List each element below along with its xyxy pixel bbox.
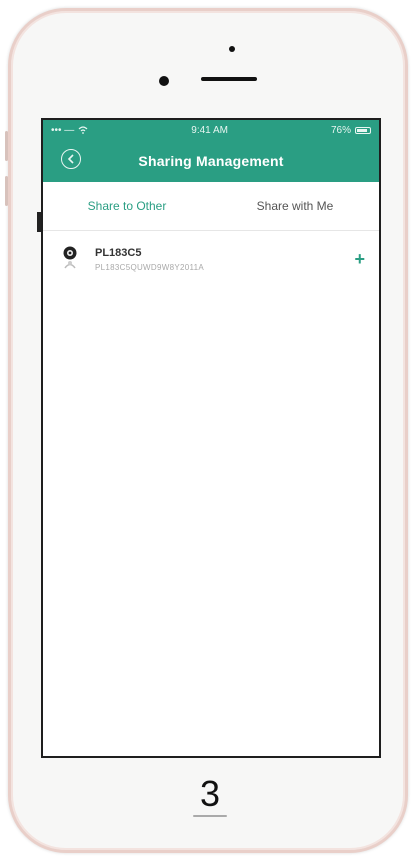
- app-screen: ••• — 9:41 AM 76% Sharing Management Sha…: [41, 118, 381, 758]
- status-bar: ••• — 9:41 AM 76%: [43, 120, 379, 140]
- volume-up-button: [5, 131, 8, 161]
- plus-icon[interactable]: +: [354, 250, 365, 268]
- home-button-number: 3: [199, 773, 221, 814]
- tab-share-to-other[interactable]: Share to Other: [43, 182, 211, 230]
- tab-bar: Share to Other Share with Me: [43, 182, 379, 231]
- list-empty-area: [43, 287, 379, 747]
- tab-share-with-me[interactable]: Share with Me: [211, 182, 379, 230]
- back-chevron-icon: [67, 154, 74, 164]
- device-name: PL183C5: [95, 246, 142, 259]
- proximity-sensor: [229, 46, 235, 52]
- battery-percent: 76%: [330, 124, 351, 136]
- home-label-underline: [193, 815, 227, 817]
- nav-bar: Sharing Management: [43, 140, 379, 182]
- wifi-icon: [78, 126, 88, 134]
- volume-down-button: [5, 176, 8, 206]
- page-title: Sharing Management: [138, 153, 284, 169]
- back-button[interactable]: [61, 149, 81, 169]
- camera-icon: [61, 244, 87, 274]
- battery-icon: [355, 126, 371, 134]
- front-camera-icon: [159, 76, 169, 86]
- earpiece-speaker: [201, 77, 257, 81]
- carrier-signal: ••• —: [51, 124, 75, 136]
- status-time: 9:41 AM: [191, 124, 228, 136]
- device-id: PL183C5QUWD9W8Y2011A: [95, 262, 205, 272]
- device-list-item[interactable]: PL183C5 PL183C5QUWD9W8Y2011A +: [43, 231, 379, 287]
